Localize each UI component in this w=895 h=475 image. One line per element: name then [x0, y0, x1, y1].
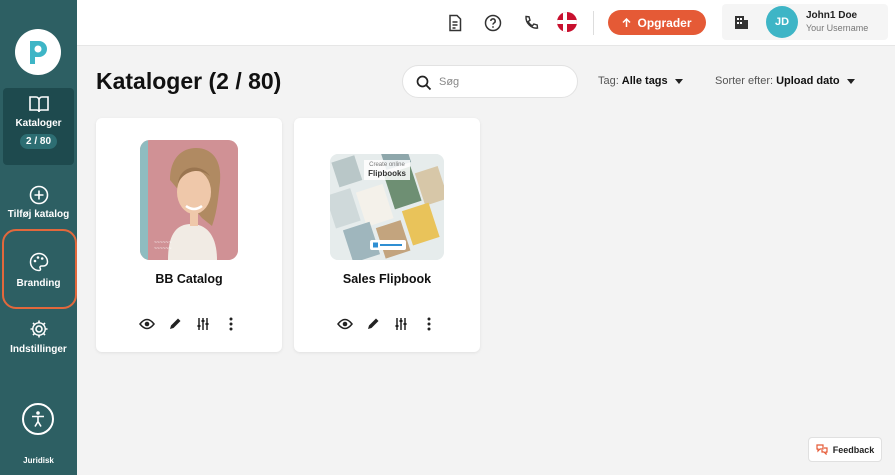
catalog-count-badge: 2 / 80 — [19, 134, 58, 149]
feedback-button[interactable]: Feedback — [808, 437, 882, 462]
accessibility-button[interactable] — [22, 403, 54, 435]
upgrade-button[interactable]: Opgrader — [608, 10, 706, 35]
help-icon[interactable] — [482, 12, 504, 34]
settings-sliders-icon[interactable] — [195, 316, 211, 332]
building-icon[interactable] — [730, 11, 752, 33]
sidebar-item-label: Branding — [16, 278, 61, 289]
catalog-thumbnail[interactable]: Create online Flipbooks — [330, 154, 444, 260]
phone-icon[interactable] — [520, 12, 542, 34]
settings-sliders-icon[interactable] — [393, 316, 409, 332]
top-bar: Opgrader JD John1 Doe Your Username — [77, 0, 895, 46]
sort-filter-label: Sorter efter: — [715, 75, 774, 87]
sidebar-item-branding[interactable]: Branding — [0, 252, 77, 289]
upgrade-label: Opgrader — [637, 15, 692, 30]
catalog-title[interactable]: Sales Flipbook — [294, 272, 480, 286]
catalog-actions — [337, 316, 437, 332]
svg-text:~~~~~~: ~~~~~~ — [154, 246, 172, 252]
language-flag-icon[interactable] — [557, 12, 577, 32]
catalog-thumbnail[interactable]: ~~~~~~ ~~~~~~ — [140, 140, 238, 260]
edit-icon[interactable] — [365, 316, 381, 332]
feedback-label: Feedback — [832, 444, 875, 455]
palette-icon — [29, 252, 48, 272]
sort-filter-value: Upload dato — [776, 75, 840, 87]
sidebar-item-label: Indstillinger — [10, 344, 67, 355]
arrow-up-icon — [622, 17, 632, 27]
document-icon[interactable] — [444, 12, 466, 34]
legal-link[interactable]: Juridisk — [0, 456, 77, 465]
search-icon — [416, 75, 432, 91]
portrait-thumbnail-image: ~~~~~~ ~~~~~~ — [140, 140, 238, 260]
sidebar-item-settings[interactable]: Indstillinger — [0, 319, 77, 355]
tag-filter[interactable]: Tag: Alle tags — [598, 75, 683, 87]
tag-filter-label: Tag: — [598, 75, 619, 87]
book-open-icon — [28, 96, 49, 113]
user-username: Your Username — [806, 23, 869, 33]
sidebar-item-catalogs[interactable]: Kataloger 2 / 80 — [3, 88, 74, 165]
catalog-card[interactable]: ~~~~~~ ~~~~~~ BB Catalog — [96, 118, 282, 352]
view-icon[interactable] — [337, 316, 353, 332]
search-box[interactable] — [402, 65, 578, 98]
app-logo[interactable] — [15, 29, 61, 75]
search-input[interactable] — [439, 74, 569, 90]
chevron-down-icon — [846, 78, 855, 84]
page-title: Kataloger (2 / 80) — [96, 68, 282, 94]
view-icon[interactable] — [139, 316, 155, 332]
plus-circle-icon — [29, 185, 48, 205]
sidebar-item-add-catalog[interactable]: Tilføj katalog — [0, 185, 77, 220]
edit-icon[interactable] — [167, 316, 183, 332]
accessibility-icon — [32, 411, 44, 427]
avatar[interactable]: JD — [766, 6, 798, 38]
thumbnail-subheading: Create online — [369, 162, 405, 168]
user-name: John1 Doe — [806, 10, 858, 21]
user-menu[interactable]: JD John1 Doe Your Username — [722, 4, 888, 40]
catalog-card[interactable]: Create online Flipbooks Sales Flipbook — [294, 118, 480, 352]
logo-icon — [30, 41, 47, 64]
catalog-actions — [139, 316, 239, 332]
gear-icon — [30, 320, 47, 338]
chevron-down-icon — [674, 78, 683, 84]
sidebar-item-label: Tilføj katalog — [7, 209, 70, 220]
sidebar-item-label: Kataloger — [15, 118, 62, 129]
tag-filter-value: Alle tags — [621, 75, 668, 87]
catalog-title[interactable]: BB Catalog — [96, 272, 282, 286]
divider — [593, 11, 594, 35]
feedback-icon — [816, 444, 828, 455]
more-options-icon[interactable] — [223, 316, 239, 332]
more-options-icon[interactable] — [421, 316, 437, 332]
thumbnail-heading: Flipbooks — [368, 169, 406, 178]
sort-filter[interactable]: Sorter efter: Upload dato — [715, 75, 855, 87]
sidebar: Kataloger 2 / 80 Tilføj katalog Branding… — [0, 0, 77, 475]
